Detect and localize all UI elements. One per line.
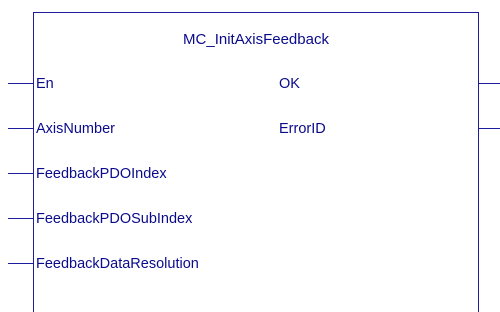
input-pin-feedback-data-resolution: FeedbackDataResolution — [36, 256, 199, 272]
input-connector-feedback-pdo-subindex[interactable] — [8, 218, 34, 219]
input-pin-feedback-pdo-subindex: FeedbackPDOSubIndex — [36, 211, 193, 227]
input-pin-feedback-pdo-index: FeedbackPDOIndex — [36, 166, 167, 182]
input-pin-axis-number: AxisNumber — [36, 121, 115, 137]
output-connector-error-id[interactable] — [479, 128, 500, 129]
input-pin-en: En — [36, 76, 54, 92]
input-connector-feedback-data-resolution[interactable] — [8, 263, 34, 264]
input-connector-en[interactable] — [8, 83, 34, 84]
input-connector-feedback-pdo-index[interactable] — [8, 173, 34, 174]
output-connector-ok[interactable] — [479, 83, 500, 84]
function-block-title: MC_InitAxisFeedback — [183, 31, 329, 48]
input-connector-axis-number[interactable] — [8, 128, 34, 129]
function-block: MC_InitAxisFeedback En AxisNumber Feedba… — [33, 12, 479, 312]
output-pin-error-id: ErrorID — [279, 121, 326, 137]
output-pin-ok: OK — [279, 76, 300, 92]
